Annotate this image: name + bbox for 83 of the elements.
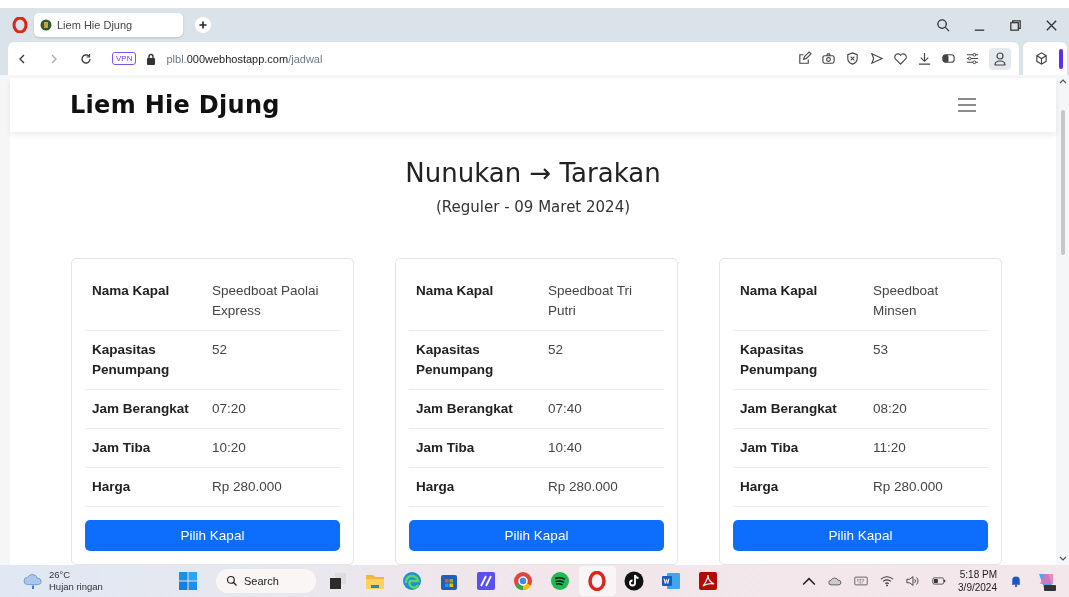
field-value: Speedboat Paolai Express — [212, 282, 320, 320]
field-label: Jam Berangkat — [740, 400, 838, 418]
clock[interactable]: 5:18 PM 3/9/2024 — [958, 568, 997, 594]
browser-swirl-icon[interactable] — [402, 571, 423, 591]
chrome-icon[interactable] — [513, 571, 534, 591]
field-label: Harga — [740, 478, 780, 496]
weather-temperature: 26°C — [49, 569, 72, 581]
send-icon[interactable] — [869, 51, 884, 66]
field-value: 52 — [548, 341, 564, 359]
tiktok-icon[interactable] — [624, 571, 645, 591]
field-value: 07:40 — [548, 400, 582, 418]
wifi-icon[interactable] — [880, 575, 895, 587]
bell-icon[interactable] — [1009, 575, 1023, 587]
scroll-down-icon[interactable] — [1058, 556, 1067, 562]
site-brand[interactable]: Liem Hie Djung — [70, 91, 280, 119]
choose-ship-button[interactable]: Pilih Kapal — [85, 520, 340, 551]
field-value: Speedboat Tri Putri — [548, 282, 634, 320]
field-label: Jam Tiba — [740, 439, 800, 457]
download-icon[interactable] — [917, 51, 932, 66]
settings-sliders-icon[interactable] — [965, 51, 980, 66]
menu-icon[interactable] — [958, 98, 976, 112]
field-label: Jam Tiba — [92, 439, 152, 457]
url-field[interactable]: plbl.000webhostapp.com/jadwal — [166, 52, 323, 65]
app-tile-icon[interactable] — [476, 571, 497, 591]
field-value: Rp 280.000 — [212, 478, 282, 496]
choose-ship-button[interactable]: Pilih Kapal — [733, 520, 988, 551]
field-label: Kapasitas Penumpang — [92, 341, 171, 379]
field-value: Rp 280.000 — [548, 478, 618, 496]
field-label: Harga — [92, 478, 132, 496]
reload-icon[interactable] — [80, 52, 92, 65]
sidebar-accent-icon[interactable] — [1059, 48, 1063, 69]
spotify-icon[interactable] — [550, 571, 571, 591]
field-label: Nama Kapal — [740, 282, 819, 300]
field-label: Harga — [416, 478, 456, 496]
field-value: Speedboat Minsen — [873, 282, 940, 320]
taskbar-search[interactable]: Search — [215, 569, 316, 593]
field-label: Nama Kapal — [416, 282, 495, 300]
field-value: 07:20 — [212, 400, 246, 418]
route-title: Nunukan → Tarakan — [405, 158, 661, 188]
scrollbar-thumb[interactable] — [1060, 110, 1065, 255]
field-value: 08:20 — [873, 400, 907, 418]
pdf-icon[interactable] — [698, 571, 719, 591]
field-value: Rp 280.000 — [873, 478, 943, 496]
scroll-up-icon[interactable] — [1058, 78, 1067, 84]
task-view-icon[interactable] — [328, 571, 349, 591]
restore-icon[interactable] — [1008, 17, 1023, 33]
route-subtitle: (Reguler - 09 Maret 2024) — [435, 198, 631, 216]
opera-logo-icon[interactable] — [12, 17, 28, 33]
cloud-icon[interactable] — [828, 575, 843, 587]
field-value: 10:40 — [548, 439, 582, 457]
field-label: Kapasitas Penumpang — [740, 341, 819, 379]
lock-icon — [146, 52, 157, 65]
site-favicon-icon — [40, 19, 52, 31]
field-label: Jam Berangkat — [92, 400, 190, 418]
field-value: 53 — [873, 341, 889, 359]
opera-icon[interactable] — [587, 571, 608, 591]
edit-icon[interactable] — [797, 51, 812, 66]
cube-icon[interactable] — [1034, 51, 1049, 66]
browser-tab[interactable]: Liem Hie Djung — [34, 13, 183, 37]
profile-icon[interactable] — [989, 47, 1011, 70]
field-value: 11:20 — [873, 439, 906, 457]
chevron-up-icon[interactable] — [802, 575, 817, 587]
field-label: Jam Berangkat — [416, 400, 514, 418]
keyboard-icon[interactable] — [854, 575, 869, 587]
camera-icon[interactable] — [821, 51, 836, 66]
weather-condition: Hujan ringan — [49, 581, 103, 593]
field-value: 52 — [212, 341, 228, 359]
search-icon — [225, 575, 238, 587]
shield-icon[interactable] — [845, 51, 860, 66]
vpn-badge[interactable]: VPN — [112, 52, 137, 65]
field-label: Jam Tiba — [416, 439, 476, 457]
start-icon[interactable] — [177, 571, 198, 591]
heart-icon[interactable] — [893, 51, 908, 66]
volume-icon[interactable] — [906, 575, 921, 587]
word-icon[interactable] — [661, 571, 682, 591]
new-tab-icon[interactable] — [195, 17, 211, 33]
battery-saver-icon[interactable] — [941, 51, 956, 66]
field-label: Kapasitas Penumpang — [416, 341, 495, 379]
choose-ship-button[interactable]: Pilih Kapal — [409, 520, 664, 551]
search-icon[interactable] — [936, 17, 951, 33]
battery-icon[interactable] — [932, 575, 947, 587]
field-value: 10:20 — [212, 439, 246, 457]
field-label: Nama Kapal — [92, 282, 171, 300]
